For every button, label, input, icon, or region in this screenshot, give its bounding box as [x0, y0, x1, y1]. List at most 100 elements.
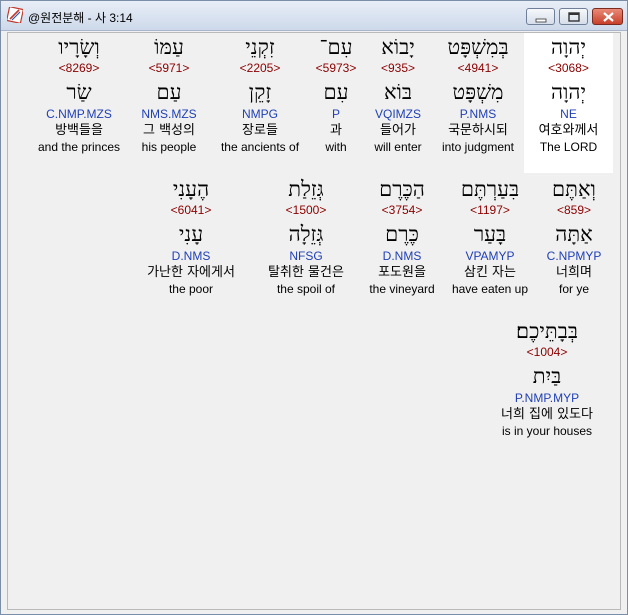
word-block[interactable]: בְּמִשְׁפָּט <4941> מִשְׁפָּט P.NMS 국문하시…	[434, 33, 522, 155]
minimize-icon	[535, 18, 547, 23]
hebrew-word: זִקְנֵי	[245, 35, 275, 59]
word-block[interactable]: וְשָׂרָיו <8269> שַׂר C.NMP.MZS 방백들을 and…	[32, 33, 126, 155]
hebrew-word: וְאַתֶּם	[552, 177, 596, 201]
hebrew-word: בִּעַרְתֶּם	[460, 177, 520, 201]
word-block[interactable]: וְאַתֶּם <859> אַתָּה C.NPMYP 너희며 for ye	[538, 175, 610, 297]
maximize-button[interactable]	[559, 8, 588, 25]
parsing-code: NE	[560, 107, 577, 121]
root-word: בַּיִת	[532, 364, 562, 388]
korean-gloss: 탈취한 물건은	[268, 265, 344, 280]
strong-number[interactable]: <4941>	[434, 61, 522, 75]
korean-gloss: 너희 집에 있도다	[501, 407, 593, 422]
korean-gloss: 포도원을	[378, 265, 426, 280]
word-block[interactable]: הַכֶּרֶם <3754> כֶּרֶם D.NMS 포도원을 the vi…	[363, 175, 441, 297]
english-gloss: with	[325, 140, 347, 154]
root-word: גְּזֵלָה	[288, 222, 324, 246]
strong-number[interactable]: <6041>	[132, 203, 250, 217]
hebrew-word: בְּבָתֵּיכֶם׃	[516, 319, 578, 343]
english-gloss: the vineyard	[369, 282, 435, 296]
app-icon	[5, 5, 25, 25]
root-word: זָקֵן	[248, 80, 272, 104]
hebrew-word: עַמּוֹ	[154, 35, 184, 59]
word-block[interactable]: גְּזֵלַת <1500> גְּזֵלָה NFSG 탈취한 물건은 th…	[255, 175, 357, 297]
english-gloss: his people	[141, 140, 197, 154]
parsing-code: C.NMP.MZS	[46, 107, 112, 121]
title-bar[interactable]: @원전분해 - 사 3:14	[1, 1, 627, 31]
hebrew-word: יְהוָה	[550, 35, 587, 59]
parsing-code: VQIMZS	[374, 107, 421, 121]
app-window: @원전분해 - 사 3:14 יְהוָה <3068> יְהוָה NE 여…	[0, 0, 628, 615]
hebrew-word: הֶעָנִי	[172, 177, 210, 201]
root-word: עִם	[323, 80, 349, 104]
english-gloss: the spoil of	[276, 282, 336, 296]
analysis-panel: יְהוָה <3068> יְהוָה NE 여호와께서 The LORD ב…	[7, 32, 621, 610]
hebrew-word: עִם־	[319, 35, 353, 59]
word-block[interactable]: יְהוָה <3068> יְהוָה NE 여호와께서 The LORD	[524, 33, 613, 173]
english-gloss: The LORD	[539, 140, 598, 154]
strong-number[interactable]: <5973>	[311, 61, 361, 75]
root-word: שַׂר	[66, 80, 92, 104]
korean-gloss: 삼킨 자는	[464, 265, 516, 280]
strong-number[interactable]: <3068>	[524, 61, 613, 75]
strong-number[interactable]: <1500>	[255, 203, 357, 217]
english-gloss: will enter	[374, 140, 422, 154]
word-block[interactable]: יָבוֹא <935> בּוֹא VQIMZS 들어가 will enter	[367, 33, 429, 155]
strong-number[interactable]: <1004>	[482, 345, 612, 359]
strong-number[interactable]: <935>	[367, 61, 429, 75]
root-word: כֶּרֶם	[385, 222, 419, 246]
english-gloss: and the princes	[37, 140, 121, 154]
parsing-code: NMPG	[242, 107, 278, 121]
word-block[interactable]: עַמּוֹ <5971> עַם NMS.MZS 그 백성의 his peop…	[134, 33, 204, 155]
english-gloss: the poor	[168, 282, 214, 296]
korean-gloss: 국문하시되	[448, 123, 508, 138]
hebrew-word: גְּזֵלַת	[288, 177, 324, 201]
word-block[interactable]: בְּבָתֵּיכֶם׃ <1004> בַּיִת P.NMP.MYP 너희…	[482, 317, 612, 439]
hebrew-word: הַכֶּרֶם	[379, 177, 425, 201]
root-word: עַם	[156, 80, 182, 104]
parsing-code: NMS.MZS	[141, 107, 197, 121]
root-word: יְהוָה	[550, 80, 587, 104]
parsing-code: P	[331, 107, 340, 121]
strong-number[interactable]: <5971>	[134, 61, 204, 75]
strong-number[interactable]: <3754>	[363, 203, 441, 217]
hebrew-word: בְּמִשְׁפָּט	[447, 35, 509, 59]
word-block[interactable]: זִקְנֵי <2205> זָקֵן NMPG 장로들 the ancien…	[213, 33, 307, 155]
strong-number[interactable]: <859>	[538, 203, 610, 217]
parsing-code: VPAMYP	[465, 249, 515, 263]
english-gloss: the ancients of	[220, 140, 300, 154]
parsing-code: D.NMS	[382, 249, 422, 263]
strong-number[interactable]: <1197>	[446, 203, 534, 217]
korean-gloss: 방백들을	[55, 123, 103, 138]
close-button[interactable]	[592, 8, 623, 25]
korean-gloss: 가난한 자에게서	[147, 265, 235, 280]
maximize-icon	[568, 12, 580, 22]
parsing-code: NFSG	[289, 249, 323, 263]
hebrew-word: יָבוֹא	[381, 35, 415, 59]
strong-number[interactable]: <2205>	[213, 61, 307, 75]
parsing-code: C.NPMYP	[546, 249, 602, 263]
korean-gloss: 여호와께서	[538, 123, 599, 138]
word-block[interactable]: עִם־ <5973> עִם P 과 with	[311, 33, 361, 155]
window-title: @원전분해 - 사 3:14	[28, 11, 133, 25]
english-gloss: into judgment	[441, 140, 515, 154]
hebrew-word: וְשָׂרָיו	[58, 35, 100, 59]
parsing-code: P.NMS	[459, 107, 497, 121]
close-icon	[603, 12, 614, 22]
root-word: בּוֹא	[383, 80, 413, 104]
korean-gloss: 들어가	[380, 123, 416, 138]
korean-gloss: 장로들	[242, 123, 278, 138]
root-word: עָנִי	[178, 222, 204, 246]
root-word: אַתָּה	[555, 222, 593, 246]
english-gloss: for ye	[558, 282, 589, 296]
parsing-code: D.NMS	[171, 249, 211, 263]
strong-number[interactable]: <8269>	[32, 61, 126, 75]
minimize-button[interactable]	[526, 8, 555, 25]
english-gloss: have eaten up	[451, 282, 529, 296]
korean-gloss: 그 백성의	[143, 123, 195, 138]
english-gloss: is in your houses	[501, 424, 593, 438]
word-block[interactable]: הֶעָנִי <6041> עָנִי D.NMS 가난한 자에게서 the …	[132, 175, 250, 297]
korean-gloss: 너희며	[556, 265, 592, 280]
word-block[interactable]: בִּעַרְתֶּם <1197> בָּעַר VPAMYP 삼킨 자는 h…	[446, 175, 534, 297]
root-word: מִשְׁפָּט	[452, 80, 504, 104]
root-word: בָּעַר	[473, 222, 507, 246]
